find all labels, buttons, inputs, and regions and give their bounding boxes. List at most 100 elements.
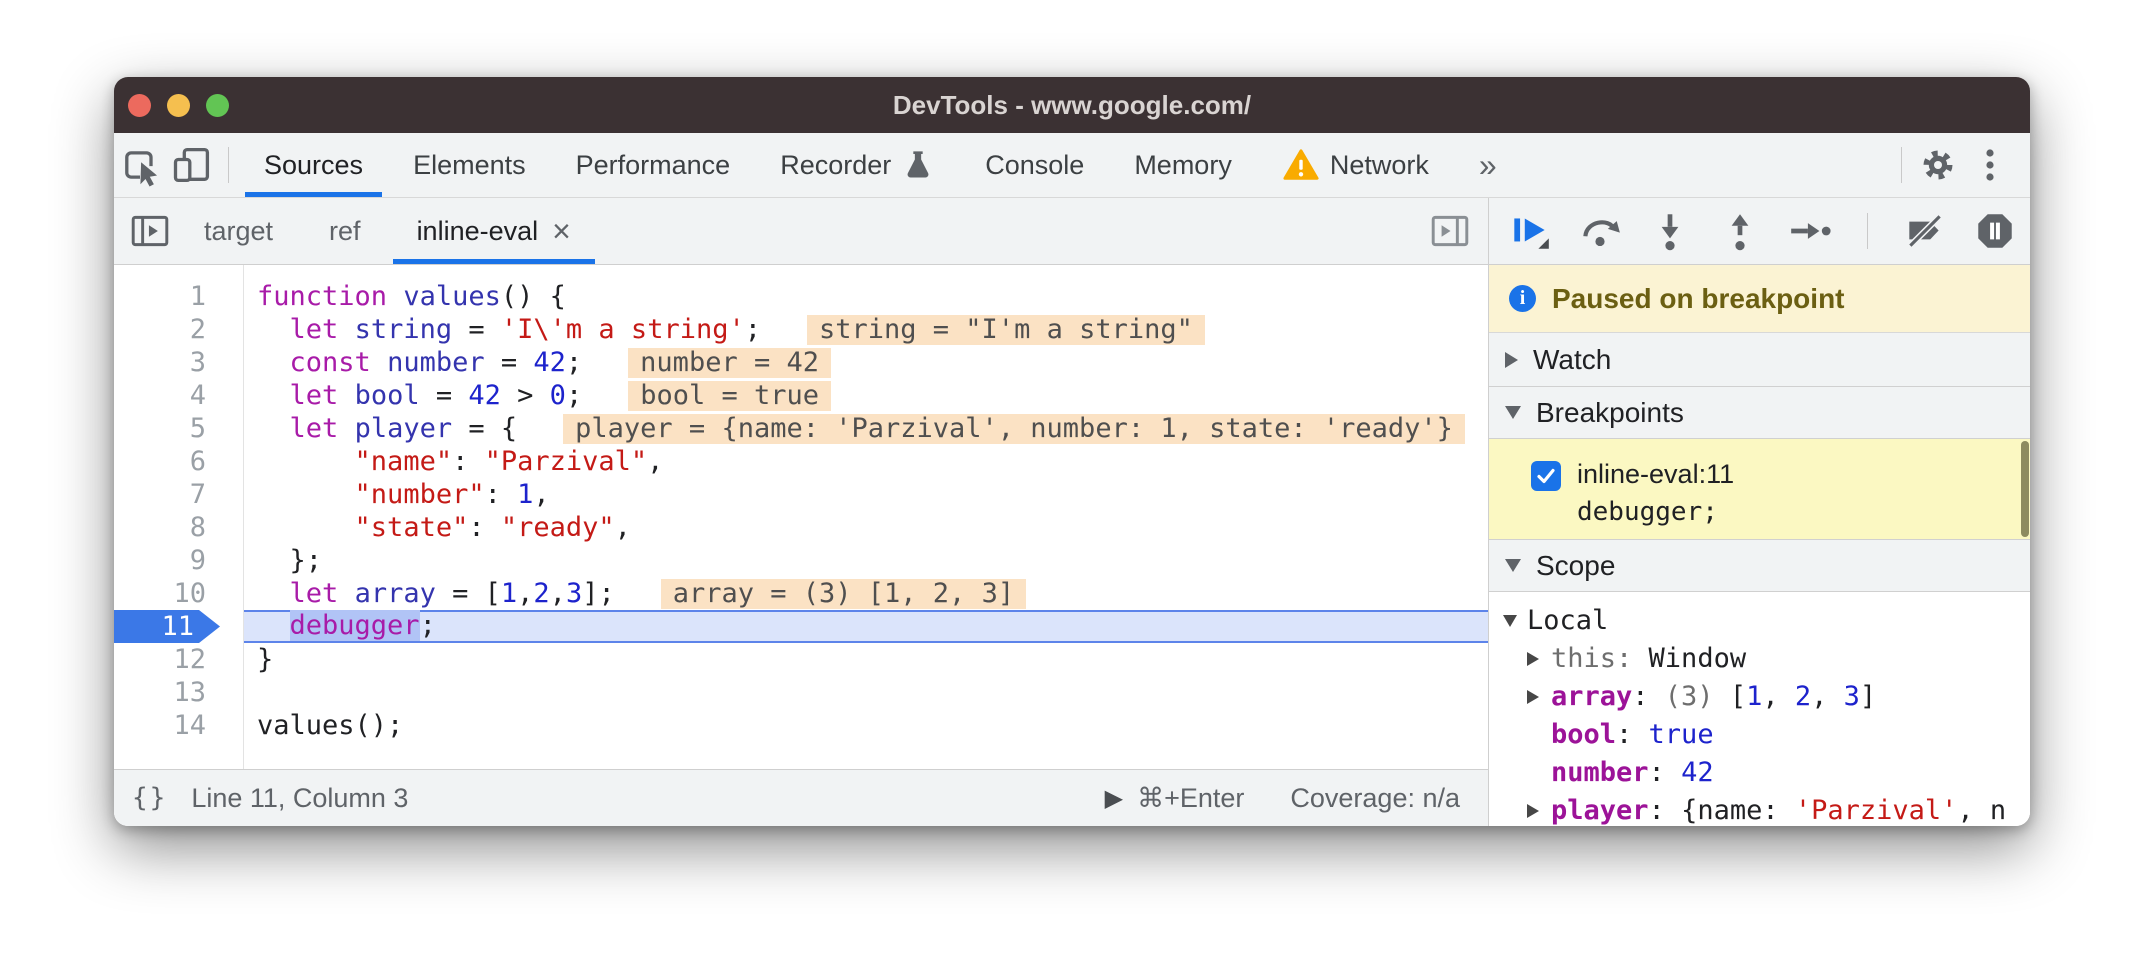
code-token: : <box>485 479 518 510</box>
tab-label: Recorder <box>780 150 891 181</box>
code-lines[interactable]: function values() { let string = 'I\'m a… <box>244 265 1488 769</box>
resume-button[interactable] <box>1507 208 1553 254</box>
code-token: values(); <box>257 710 403 741</box>
scope-variable-this[interactable]: this: Window <box>1489 640 2030 678</box>
code-area[interactable]: 12345678910121314 function values() { le… <box>114 265 1488 769</box>
code-line-2[interactable]: let string = 'I\'m a string';string = "I… <box>244 313 1488 346</box>
close-tab-icon[interactable]: × <box>552 215 571 247</box>
code-token: ; <box>566 347 582 378</box>
chevron-right-icon[interactable] <box>1527 652 1539 666</box>
menu-button[interactable] <box>1964 139 2016 191</box>
line-number-9[interactable]: 9 <box>114 544 243 577</box>
chevron-down-icon[interactable] <box>1503 615 1517 627</box>
line-number-1[interactable]: 1 <box>114 280 243 313</box>
scope-variable-array[interactable]: array: (3) [1, 2, 3] <box>1489 678 2030 716</box>
flask-icon <box>901 148 935 182</box>
breakpoints-section-header[interactable]: Breakpoints <box>1489 387 2030 439</box>
file-toolbar: targetref inline-eval × <box>114 198 2030 265</box>
code-line-13[interactable] <box>244 676 1488 709</box>
file-tab-ref[interactable]: ref <box>301 198 389 264</box>
line-number-3[interactable]: 3 <box>114 346 243 379</box>
breakpoint-checkbox[interactable] <box>1531 461 1561 491</box>
paused-banner: i Paused on breakpoint <box>1489 265 2030 333</box>
format-code-icon[interactable]: {} <box>132 783 167 813</box>
step-over-icon <box>1577 208 1623 254</box>
scope-section-header[interactable]: Scope <box>1489 540 2030 592</box>
line-number-12[interactable]: 12 <box>114 643 243 676</box>
panel-tabs: SourcesElementsPerformance Recorder Consol… <box>239 133 1454 197</box>
file-tab-inline-eval[interactable]: inline-eval × <box>389 198 599 264</box>
variable-value: 'Parzival' <box>1795 792 1958 826</box>
line-number-7[interactable]: 7 <box>114 478 243 511</box>
code-token: 1 <box>517 479 533 510</box>
tab-sources[interactable]: Sources <box>239 133 388 197</box>
code-line-14[interactable]: values(); <box>244 709 1488 742</box>
watch-section-header[interactable]: Watch <box>1489 333 2030 387</box>
line-number-13[interactable]: 13 <box>114 676 243 709</box>
line-number-5[interactable]: 5 <box>114 412 243 445</box>
step-out-button[interactable] <box>1717 208 1763 254</box>
sidebar-scrollbar-thumb[interactable] <box>2021 441 2029 537</box>
debugger-panel-toggle-button[interactable] <box>1424 205 1476 257</box>
execution-line-marker[interactable]: 11 <box>114 610 220 643</box>
line-number-gutter[interactable]: 12345678910121314 <box>114 265 244 769</box>
deactivate-breakpoints-button[interactable] <box>1902 208 1948 254</box>
tab-memory[interactable]: Memory <box>1109 133 1257 197</box>
scope-variable-player[interactable]: player: {name: 'Parzival', n <box>1489 792 2030 826</box>
code-token: bool <box>355 380 420 411</box>
tab-recorder[interactable]: Recorder <box>755 133 960 197</box>
line-number-14[interactable]: 14 <box>114 709 243 742</box>
step-button[interactable] <box>1787 208 1833 254</box>
code-line-1[interactable]: function values() { <box>244 280 1488 313</box>
code-line-9[interactable]: }; <box>244 544 1488 577</box>
step-over-button[interactable] <box>1577 208 1623 254</box>
chevron-right-icon[interactable] <box>1527 804 1539 818</box>
tab-console[interactable]: Console <box>960 133 1109 197</box>
scope-local-row[interactable]: Local <box>1489 602 2030 640</box>
code-line-5[interactable]: let player = {player = {name: 'Parzival'… <box>244 412 1488 445</box>
chevron-right-icon[interactable] <box>1527 690 1539 704</box>
line-number-10[interactable]: 10 <box>114 577 243 610</box>
code-line-6[interactable]: "name": "Parzival", <box>244 445 1488 478</box>
inspect-button[interactable] <box>114 139 166 191</box>
code-token: string <box>355 314 453 345</box>
more-tabs-button[interactable]: » <box>1454 149 1522 181</box>
file-tabs: targetref inline-eval × <box>176 198 599 264</box>
code-line-3[interactable]: const number = 42;number = 42 <box>244 346 1488 379</box>
code-token <box>257 446 355 477</box>
code-token: 1 <box>501 578 517 609</box>
file-tab-label: inline-eval <box>417 216 539 247</box>
code-line-7[interactable]: "number": 1, <box>244 478 1488 511</box>
code-token: "state" <box>355 512 469 543</box>
code-line-4[interactable]: let bool = 42 > 0;bool = true <box>244 379 1488 412</box>
code-line-10[interactable]: let array = [1,2,3];array = (3) [1, 2, 3… <box>244 577 1488 610</box>
line-number-6[interactable]: 6 <box>114 445 243 478</box>
code-line-8[interactable]: "state": "ready", <box>244 511 1488 544</box>
file-tab-target[interactable]: target <box>176 198 301 264</box>
line-number-2[interactable]: 2 <box>114 313 243 346</box>
code-line-11[interactable]: debugger; <box>244 610 1488 643</box>
step-into-button[interactable] <box>1647 208 1693 254</box>
three-dots-menu-icon <box>1970 145 2010 185</box>
code-line-12[interactable]: } <box>244 643 1488 676</box>
variable-name: player <box>1551 792 1649 826</box>
tab-elements[interactable]: Elements <box>388 133 551 197</box>
tab-network[interactable]: Network <box>1257 133 1454 197</box>
line-number-8[interactable]: 8 <box>114 511 243 544</box>
code-token: number <box>387 347 485 378</box>
device-toolbar-button[interactable] <box>166 139 218 191</box>
cursor-position-label: Line 11, Column 3 <box>191 783 408 814</box>
tab-performance[interactable]: Performance <box>551 133 756 197</box>
breakpoint-entry[interactable]: inline-eval:11 debugger; <box>1489 439 2030 540</box>
variable-value: 3 <box>1844 678 1860 716</box>
line-number-4[interactable]: 4 <box>114 379 243 412</box>
titlebar[interactable]: DevTools - www.google.com/ <box>114 77 2030 133</box>
code-token: : <box>468 512 501 543</box>
settings-button[interactable] <box>1912 139 1964 191</box>
main-content: 12345678910121314 function values() { le… <box>114 265 2030 826</box>
inline-eval-hint: bool = true <box>628 381 831 411</box>
navigator-toggle-button[interactable] <box>124 205 176 257</box>
step-out-icon <box>1717 208 1763 254</box>
pause-on-exceptions-button[interactable] <box>1972 208 2018 254</box>
chevron-right-icon <box>1505 352 1518 368</box>
